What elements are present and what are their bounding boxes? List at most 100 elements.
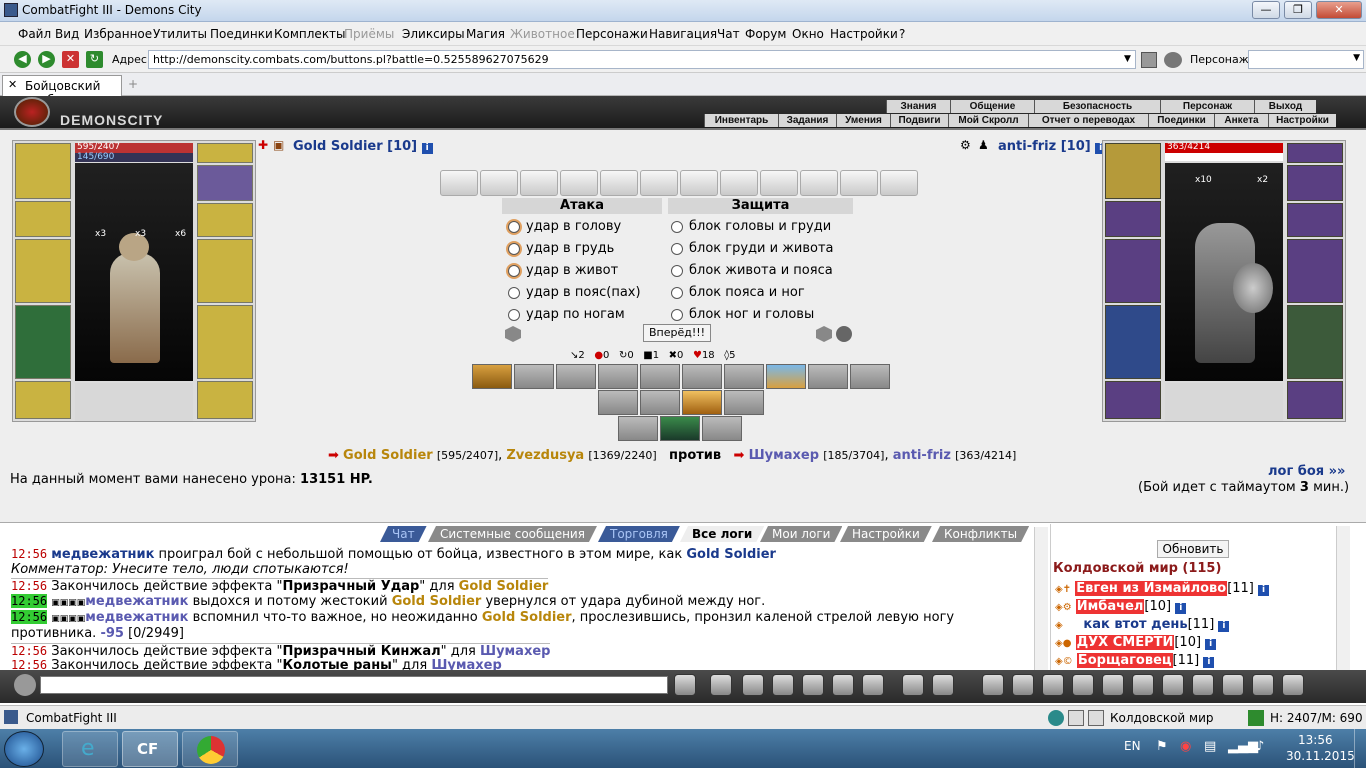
opp-rings-slot[interactable] (1287, 165, 1343, 201)
skill-5[interactable] (640, 364, 680, 389)
nav-skills[interactable]: Умения (836, 114, 890, 127)
menu-duels[interactable]: Поединки (210, 27, 273, 41)
opp-weapon-slot[interactable] (1105, 239, 1161, 303)
nav-inventory[interactable]: Инвентарь (704, 114, 778, 127)
attack-chest[interactable]: удар в грудь (508, 241, 614, 256)
scroll-slot-4[interactable] (560, 170, 598, 196)
block-belt-legs[interactable]: блок пояса и ног (671, 285, 805, 300)
opp-shield-slot[interactable] (1287, 239, 1343, 303)
skill-6[interactable] (682, 364, 722, 389)
attack-groin-radio[interactable] (508, 286, 520, 299)
menu-characters[interactable]: Персонажи (576, 27, 648, 41)
url-dropdown-icon[interactable]: ▼ (1124, 54, 1131, 64)
start-button[interactable] (4, 731, 44, 767)
minimize-button[interactable]: — (1252, 1, 1280, 19)
skill-13[interactable] (682, 390, 722, 415)
scroll-slot-5[interactable] (600, 170, 638, 196)
skill-12[interactable] (640, 390, 680, 415)
tray-app-icon[interactable]: ◉ (1180, 739, 1191, 754)
nav-knowledge[interactable]: Знания (886, 100, 950, 113)
scroll-slot-8[interactable] (720, 170, 758, 196)
translate-icon[interactable] (932, 674, 954, 696)
image-icon[interactable] (1282, 674, 1304, 696)
menu-window[interactable]: Окно (792, 27, 824, 41)
new-tab-button[interactable]: + (128, 77, 138, 91)
action-4-icon[interactable] (1072, 674, 1094, 696)
filter-icon[interactable] (742, 674, 764, 696)
chat-scrollbar[interactable] (1034, 527, 1048, 671)
right-shield-icon[interactable] (816, 326, 832, 342)
scroll-slot-6[interactable] (640, 170, 678, 196)
nav-my-scroll[interactable]: Мой Скролл (948, 114, 1028, 127)
pants-slot[interactable] (197, 305, 253, 379)
volume-icon[interactable]: ♪ (1256, 739, 1264, 754)
attack-chest-radio[interactable] (508, 242, 520, 255)
smiley-menu-icon[interactable] (14, 674, 36, 696)
flag-icon[interactable]: ⚑ (1156, 739, 1168, 754)
opp-belt-slot[interactable] (1105, 381, 1161, 419)
armor-slot[interactable] (15, 305, 71, 379)
menu-magic[interactable]: Магия (466, 27, 505, 41)
action-1-icon[interactable] (982, 674, 1004, 696)
user-row[interactable]: ◈ как втот день[11] i (1055, 617, 1230, 632)
forward-icon[interactable]: ▶ (38, 51, 55, 68)
cf-taskbar-button[interactable]: CF (122, 731, 178, 767)
nav-communication[interactable]: Общение (950, 100, 1034, 113)
action-5-icon[interactable] (1102, 674, 1124, 696)
status-list-icon[interactable] (1068, 710, 1084, 726)
action-9-icon[interactable] (1222, 674, 1244, 696)
nav-exit[interactable]: Выход (1254, 100, 1316, 113)
skill-16[interactable] (660, 416, 700, 441)
block-head-chest[interactable]: блок головы и груди (671, 219, 831, 234)
close-tab-icon[interactable]: ✕ (8, 78, 17, 91)
scroll-slot-3[interactable] (520, 170, 558, 196)
block-belly-belt[interactable]: блок живота и пояса (671, 263, 833, 278)
skill-9[interactable] (808, 364, 848, 389)
opp-bracers-slot[interactable] (1287, 203, 1343, 237)
skill-4[interactable] (598, 364, 638, 389)
block-belly-belt-radio[interactable] (671, 264, 683, 277)
clock-date[interactable]: 30.11.2015 (1286, 749, 1355, 763)
tab-settings[interactable]: Настройки (840, 526, 932, 542)
menu-utilities[interactable]: Утилиты (153, 27, 207, 41)
nav-security[interactable]: Безопасность (1034, 100, 1160, 113)
menu-navigation[interactable]: Навигация (649, 27, 717, 41)
scroll-slot-11[interactable] (840, 170, 878, 196)
tab-system[interactable]: Системные сообщения (428, 526, 597, 542)
left-info-icon[interactable]: i (421, 143, 433, 154)
menu-settings[interactable]: Настройки (830, 27, 898, 41)
scroll-slot-10[interactable] (800, 170, 838, 196)
user-row[interactable]: ◈⚙ Имбачел[10] i (1055, 599, 1187, 614)
network-icon[interactable]: ▂▄▆ (1228, 739, 1258, 754)
attack-head-radio[interactable] (508, 220, 520, 233)
nav-duels[interactable]: Поединки (1148, 114, 1214, 127)
ie-taskbar-button[interactable]: e (62, 731, 118, 767)
skill-3[interactable] (556, 364, 596, 389)
tab-conflicts[interactable]: Конфликты (932, 526, 1029, 542)
emoji-icon[interactable] (902, 674, 924, 696)
scroll-slot-9[interactable] (760, 170, 798, 196)
quiver-slot[interactable] (197, 239, 253, 303)
menu-chat[interactable]: Чат (717, 27, 740, 41)
refresh-icon[interactable]: ↻ (86, 51, 103, 68)
menu-file[interactable]: Файл (18, 27, 51, 41)
action-8-icon[interactable] (1192, 674, 1214, 696)
exit-icon[interactable] (1252, 674, 1274, 696)
right-fighter-name[interactable]: anti-friz [10] i (998, 139, 1107, 154)
stop-icon[interactable]: ✕ (62, 51, 79, 68)
attack-belly[interactable]: удар в живот (508, 263, 618, 278)
status-clock-icon[interactable] (1048, 710, 1064, 726)
sound-icon[interactable] (862, 674, 884, 696)
helmet-slot[interactable] (15, 143, 71, 199)
status-refresh-icon[interactable] (1248, 710, 1264, 726)
nav-settings[interactable]: Настройки (1268, 114, 1336, 127)
belt-slot[interactable] (15, 381, 71, 419)
menu-help[interactable]: ? (899, 27, 905, 41)
skill-8[interactable] (766, 364, 806, 389)
action-3-icon[interactable] (1042, 674, 1064, 696)
scroll-slot-7[interactable] (680, 170, 718, 196)
attack-legs[interactable]: удар по ногам (508, 307, 625, 322)
bracers-slot[interactable] (197, 203, 253, 237)
skill-7[interactable] (724, 364, 764, 389)
skill-17[interactable] (702, 416, 742, 441)
